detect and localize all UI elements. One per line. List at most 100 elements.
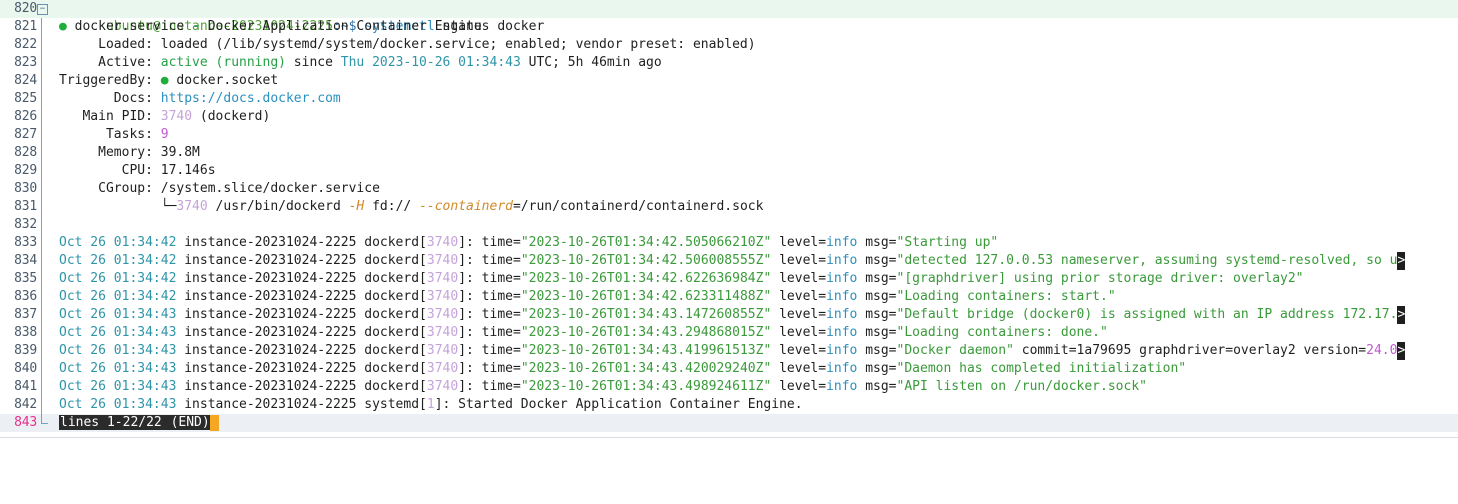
log-time-key: : time= [466,379,521,394]
log-msg-key: msg= [857,325,897,340]
unit-sep: - [184,19,208,34]
log-line: 840 Oct 26 01:34:43 instance-20231024-222… [0,360,1458,378]
log-msg: "Starting up" [896,235,999,250]
line-number: 829 [14,163,37,178]
log-proc: dockerd [364,289,420,304]
unit-name: docker.service [66,19,185,34]
memory-key: Memory: [59,145,161,160]
log-msg-key: msg= [857,361,897,376]
log-proc: dockerd [364,325,420,340]
log-pid: 3740 [426,325,459,340]
cgroup-line: 830 CGroup: /system.slice/docker.service [0,180,1458,198]
fold-guide [41,72,42,90]
log-line: 836 Oct 26 01:34:42 instance-20231024-222… [0,288,1458,306]
log-pid: 3740 [426,271,459,286]
triggered-value: docker.socket [168,73,279,88]
log-level-key: level= [771,235,827,250]
tasks-line: 827 Tasks: 9 [0,126,1458,144]
fold-guide [41,108,42,126]
pid-line: 826 Main PID: 3740 (dockerd) [0,108,1458,126]
log-line: 839 Oct 26 01:34:43 instance-20231024-222… [0,342,1458,360]
fold-guide [41,18,42,36]
log-pid: 3740 [426,289,459,304]
truncation-marker: > [1397,306,1406,324]
fold-guide [41,144,42,162]
terminal-editor-view[interactable]: 820 − ubuntu@instance-20231024-2225:~$ s… [0,0,1458,443]
tree-fd: fd:// [364,199,420,214]
log-host: instance-20231024-2225 [176,253,365,268]
log-level-key: level= [771,289,827,304]
truncation-marker: > [1397,252,1406,270]
log-level: info [826,379,858,394]
log-msg: "Docker daemon" [896,343,1014,358]
log-extra: commit=1a79695 graphdriver=overlay2 vers… [1013,343,1367,358]
log-line: 837 Oct 26 01:34:43 instance-20231024-222… [0,306,1458,324]
log-proc: dockerd [364,307,420,322]
log-time: "2023-10-26T01:34:42.622636984Z" [520,271,772,286]
cgroup-tree-line: 831 └─3740 /usr/bin/dockerd -H fd:// --c… [0,198,1458,216]
memory-value: 39.8M [160,145,200,160]
tasks-value: 9 [160,127,169,142]
log-time-key: : time= [466,289,521,304]
status-unit-line: 821 ● docker.service - Docker Applicatio… [0,18,1458,36]
log-time: "2023-10-26T01:34:43.498924611Z" [520,379,772,394]
line-number: 838 [14,325,37,340]
log-line: 835 Oct 26 01:34:42 instance-20231024-222… [0,270,1458,288]
blank-line: 832 [0,216,1458,234]
prompt-line[interactable]: 820 − ubuntu@instance-20231024-2225:~$ s… [0,0,1458,34]
line-number: 837 [14,307,37,322]
fold-guide [41,378,42,396]
log-level-key: level= [771,343,827,358]
pid-number: 3740 [160,109,193,124]
log-level: info [826,361,858,376]
log-level-key: level= [771,253,827,268]
fold-guide [41,36,42,54]
socket-dot-icon: ● [160,73,169,88]
log-pid: 3740 [426,253,459,268]
line-number: 820 [14,1,37,16]
log-host: instance-20231024-2225 [176,343,365,358]
tree-bin: /usr/bin/dockerd [207,199,349,214]
tree-flag-containerd: --containerd [419,199,513,214]
log-version: 24.0 [1366,343,1398,358]
line-number: 825 [14,91,37,106]
pager-status-line[interactable]: 843 lines 1-22/22 (END) [0,414,1458,432]
fold-guide [41,90,42,108]
log-time-key: : time= [466,253,521,268]
log-host: instance-20231024-2225 [176,397,365,412]
active-since: since [285,55,341,70]
log-level: info [826,271,858,286]
fold-guide [41,360,42,378]
pager-lines: lines 1-22/22 [59,415,171,430]
fold-end-icon [41,414,48,424]
fold-guide [41,324,42,342]
docs-link[interactable]: https://docs.docker.com [161,91,341,106]
log-date: Oct 26 01:34:43 [59,307,177,322]
fold-guide [41,198,42,216]
loaded-value: loaded (/lib/systemd/system/docker.servi… [160,37,756,52]
log-date: Oct 26 01:34:42 [59,289,177,304]
log-msg-key: msg= [857,379,897,394]
log-pid: 3740 [426,379,459,394]
log-time-key: : time= [466,325,521,340]
log-level-key: level= [771,379,827,394]
log-line-systemd: 842 Oct 26 01:34:43 instance-20231024-22… [0,396,1458,414]
fold-collapse-icon[interactable]: − [37,4,48,15]
fold-guide [41,180,42,198]
log-msg: "Loading containers: start." [896,289,1116,304]
line-number: 830 [14,181,37,196]
fold-guide [41,162,42,180]
tasks-key: Tasks: [59,127,161,142]
log-text: : Started Docker Application Container E… [442,397,803,412]
line-number: 824 [14,73,37,88]
tree-sock: =/run/containerd/containerd.sock [512,199,764,214]
cpu-key: CPU: [59,163,161,178]
log-host: instance-20231024-2225 [176,307,365,322]
log-level-key: level= [771,361,827,376]
line-number: 833 [14,235,37,250]
cursor-block [209,414,219,431]
log-time-key: : time= [466,235,521,250]
loaded-line: 822 Loaded: loaded (/lib/systemd/system/… [0,36,1458,54]
log-msg-key: msg= [857,253,897,268]
log-pid: 3740 [426,343,459,358]
